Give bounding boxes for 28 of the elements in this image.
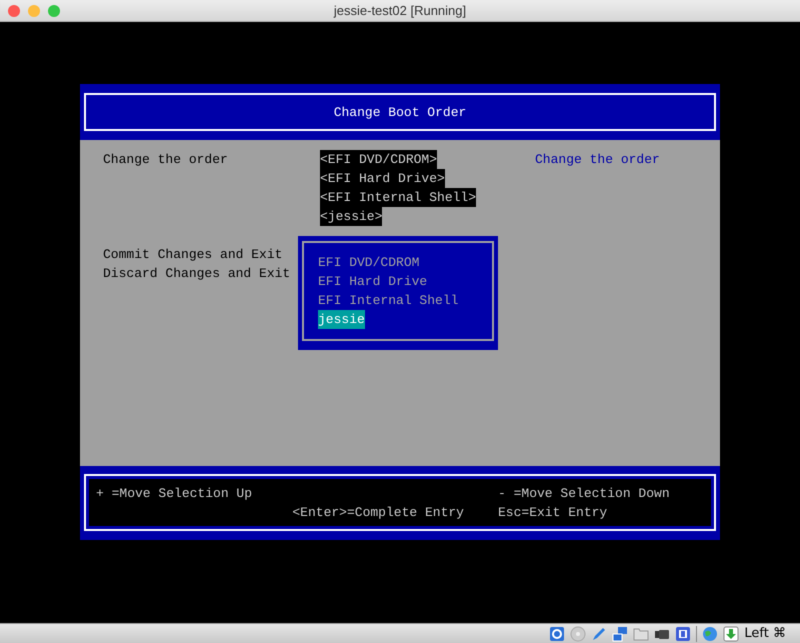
popup-item[interactable]: EFI Internal Shell [318, 291, 458, 310]
zoom-button[interactable] [48, 4, 60, 16]
network-icon[interactable] [612, 626, 628, 642]
window-title: jessie-test02 [Running] [332, 3, 468, 18]
pen-icon[interactable] [591, 626, 608, 642]
boot-entry[interactable]: <EFI Internal Shell> [320, 188, 476, 207]
field-label: Change the order [103, 151, 229, 169]
boot-entry[interactable]: <EFI DVD/CDROM> [320, 150, 438, 169]
disk-icon[interactable] [549, 626, 566, 642]
chip-icon[interactable] [675, 626, 692, 642]
popup-item[interactable]: EFI Hard Drive [318, 272, 428, 291]
menu-action[interactable]: Commit Changes and Exit [103, 245, 282, 264]
globe-icon[interactable] [702, 626, 718, 642]
key-hint: <Enter>=Complete Entry [291, 504, 465, 522]
popup-item[interactable]: EFI DVD/CDROM [318, 253, 420, 272]
download-arrow-icon[interactable] [723, 626, 740, 642]
help-text: Change the order [535, 151, 661, 169]
host-key-label: Left ⌘ [744, 626, 786, 641]
menu-action[interactable]: Discard Changes and Exit [103, 264, 290, 283]
boot-entry[interactable]: <EFI Hard Drive> [320, 169, 445, 188]
boot-entry[interactable]: <jessie> [320, 207, 382, 226]
close-button[interactable] [8, 4, 20, 16]
optical-disc-icon[interactable] [570, 626, 586, 642]
key-hint: + =Move Selection Up [95, 484, 254, 502]
key-hint: - =Move Selection Down [497, 484, 671, 502]
folder-icon[interactable] [633, 626, 650, 642]
dialog-title: Change Boot Order [84, 93, 716, 131]
key-hint: Esc=Exit Entry [497, 504, 608, 522]
